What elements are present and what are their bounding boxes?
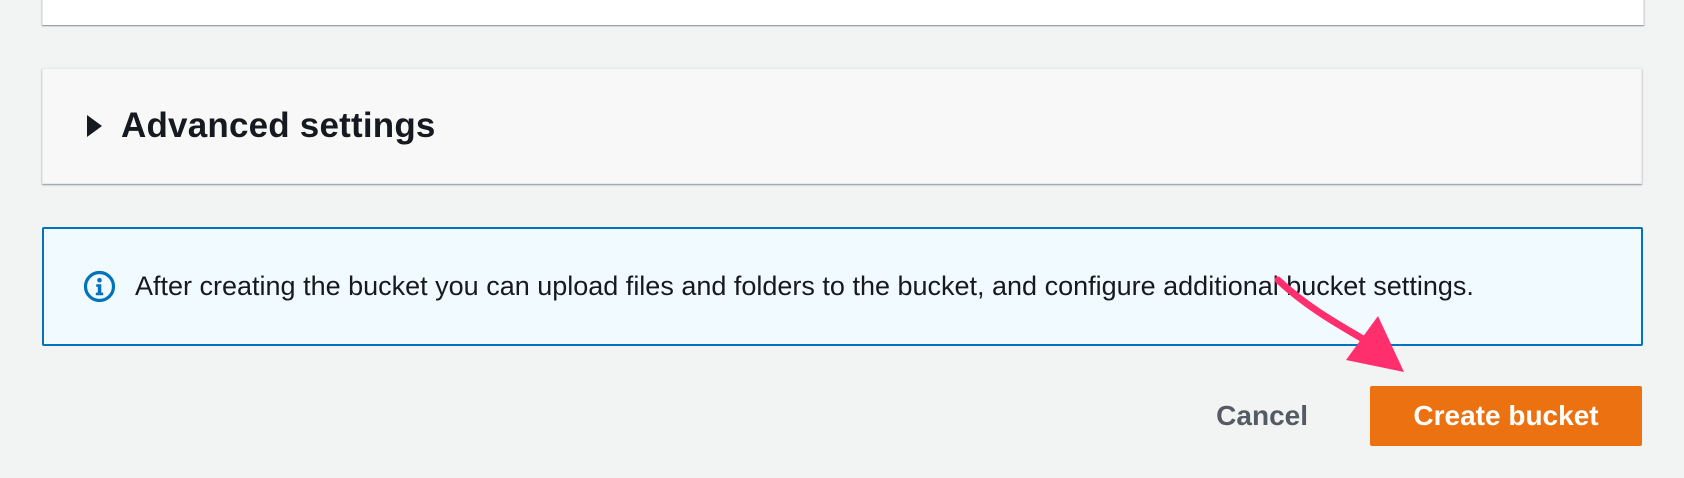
- previous-section-panel: [42, 0, 1644, 25]
- info-alert-message: After creating the bucket you can upload…: [135, 271, 1474, 301]
- caret-right-icon: [87, 115, 102, 137]
- info-alert: After creating the bucket you can upload…: [42, 227, 1643, 346]
- advanced-settings-expander[interactable]: Advanced settings: [42, 68, 1642, 184]
- cancel-button[interactable]: Cancel: [1196, 386, 1328, 446]
- info-icon: [83, 270, 116, 303]
- create-bucket-button[interactable]: Create bucket: [1370, 386, 1642, 446]
- form-actions: Cancel Create bucket: [1196, 386, 1642, 446]
- advanced-settings-title: Advanced settings: [121, 106, 436, 145]
